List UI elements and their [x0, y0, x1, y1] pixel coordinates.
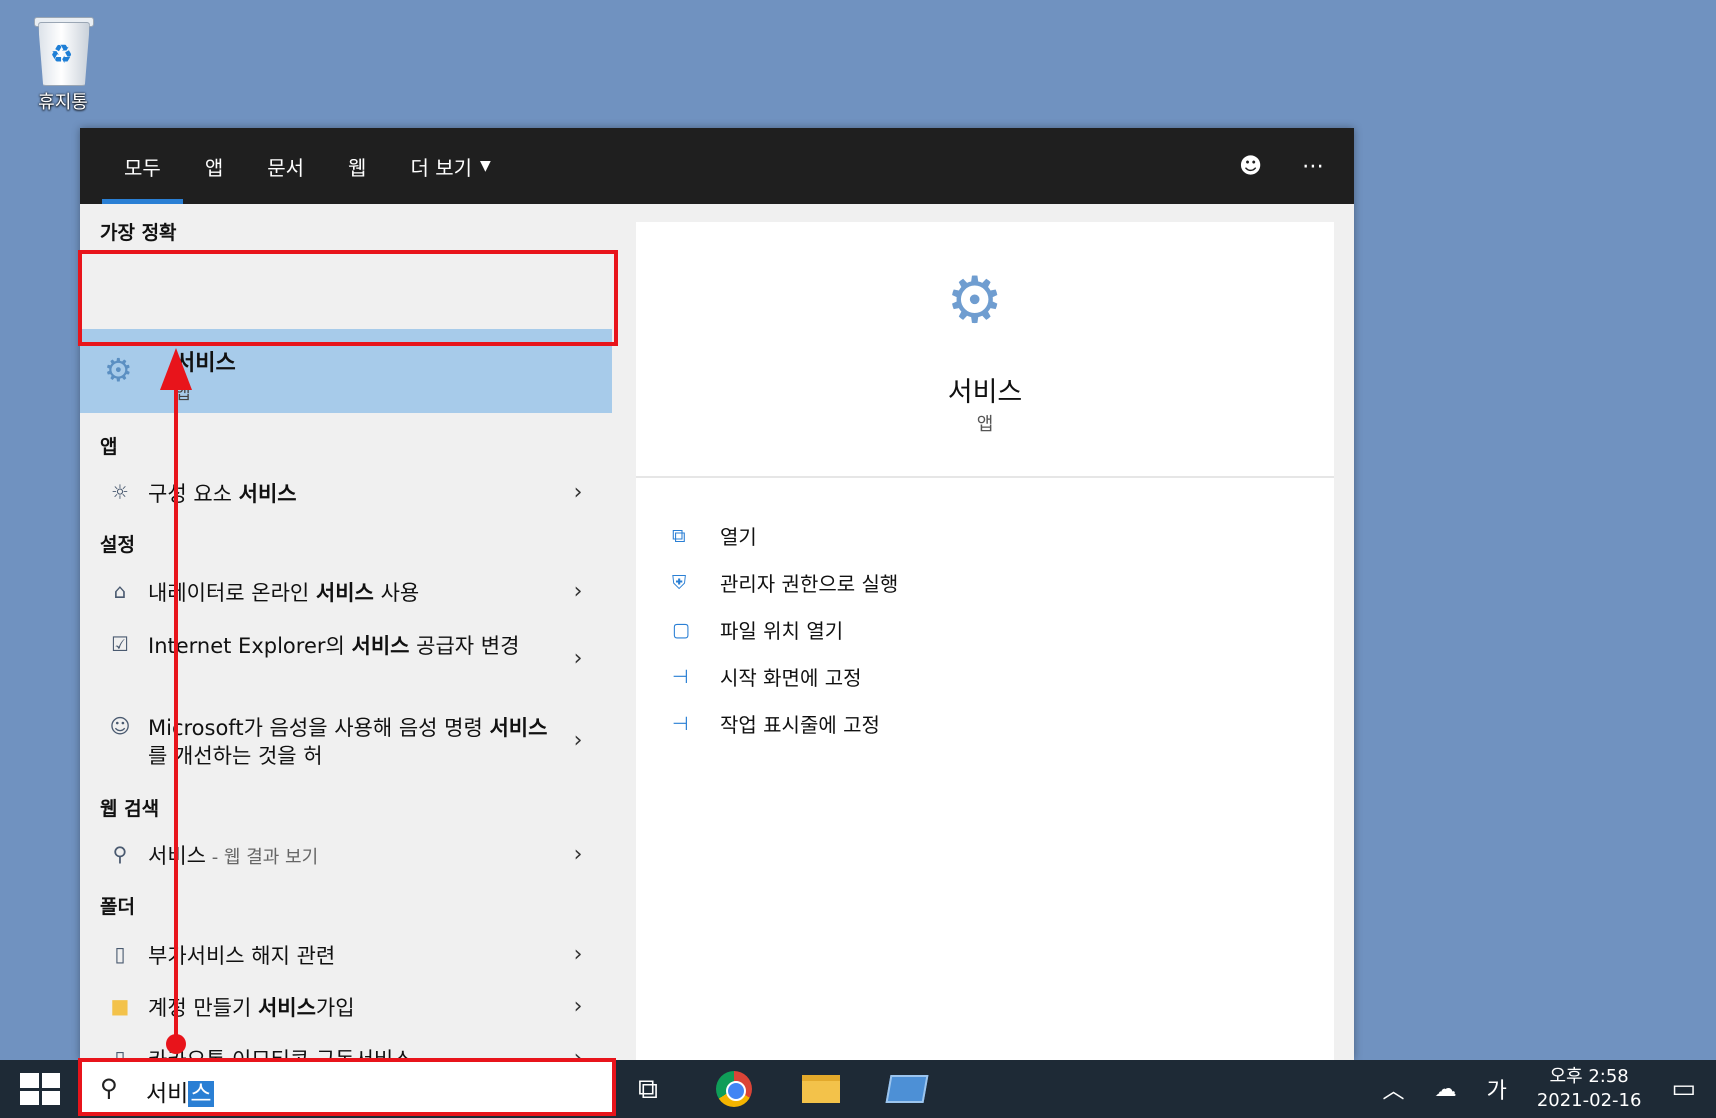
windows-start-icon[interactable]: [20, 1073, 60, 1105]
clock-date: 2021-02-16: [1536, 1090, 1642, 1111]
gears-icon: ⚙: [946, 264, 1004, 338]
action-run-as-admin[interactable]: ⛨ 관리자 권한으로 실행: [672, 559, 898, 606]
component-services-icon: ☼: [111, 480, 129, 504]
pin-icon: ⊣: [672, 665, 689, 688]
open-icon: ⧉: [672, 524, 686, 547]
result-folder-1[interactable]: ▯ 부가서비스 해지 관련 ›: [80, 942, 618, 970]
file-location-icon: ▢: [672, 618, 690, 641]
action-pin-to-start[interactable]: ⊣ 시작 화면에 고정: [672, 653, 898, 700]
detail-title: 서비스: [947, 377, 1023, 408]
search-panel: 모두 앱 문서 웹 더 보기 ▼ ☻ ⋯ 가장 정확 ⚙ 서비스 앱 앱 ☼ 구성…: [80, 128, 1354, 1072]
detail-subtitle: 앱: [976, 414, 994, 435]
speech-icon: ☺: [109, 714, 131, 738]
recycle-bin-shortcut[interactable]: ♻ 휴지통: [18, 12, 108, 114]
system-tray: ︿ ☁ 가 오후 2:58 2021-02-16 ▭: [1383, 1060, 1696, 1118]
action-open-file-location[interactable]: ▢ 파일 위치 열기: [672, 606, 898, 653]
chrome-icon[interactable]: [716, 1071, 752, 1107]
chevron-right-icon[interactable]: ›: [558, 942, 598, 967]
gears-icon: ⚙: [104, 351, 133, 389]
more-options-icon[interactable]: ⋯: [1302, 154, 1324, 179]
clock-time: 오후 2:58: [1549, 1066, 1629, 1087]
narrator-icon: ⌂: [113, 579, 127, 603]
tab-more[interactable]: 더 보기 ▼: [388, 128, 512, 204]
pin-icon: ⊣: [672, 712, 689, 735]
file-icon: ▯: [114, 942, 126, 966]
annotation-arrow-head: [160, 348, 192, 390]
tab-web[interactable]: 웹: [326, 128, 388, 204]
chevron-right-icon[interactable]: ›: [558, 728, 598, 753]
shield-icon: ⛨: [672, 571, 687, 594]
action-list: ⧉ 열기 ⛨ 관리자 권한으로 실행 ▢ 파일 위치 열기 ⊣ 시작 화면에 고…: [672, 512, 898, 747]
chevron-right-icon[interactable]: ›: [558, 842, 598, 867]
clock[interactable]: 오후 2:58 2021-02-16: [1537, 1065, 1642, 1113]
chevron-up-icon[interactable]: ︿: [1383, 1073, 1405, 1105]
results-pane: 가장 정확 ⚙ 서비스 앱 앱 ☼ 구성 요소 서비스 › 설정 ⌂ 내레이터로…: [80, 204, 618, 1072]
section-settings: 설정: [100, 534, 135, 556]
remote-desktop-icon[interactable]: [885, 1075, 929, 1103]
chevron-right-icon[interactable]: ›: [558, 646, 598, 671]
result-microsoft-voice[interactable]: ☺ Microsoft가 음성을 사용해 음성 명령 서비스를 개선하는 것을 …: [80, 714, 618, 770]
section-web-search: 웹 검색: [100, 798, 160, 820]
chevron-right-icon[interactable]: ›: [558, 994, 598, 1019]
ie-settings-icon: ☑: [111, 632, 129, 656]
annotation-arrow-dot: [166, 1034, 186, 1054]
section-folders: 폴더: [100, 896, 135, 918]
divider: [636, 476, 1334, 478]
result-ie-provider[interactable]: ☑ Internet Explorer의 서비스 공급자 변경 ›: [80, 632, 618, 671]
result-web-search[interactable]: ⚲ 서비스 - 웹 결과 보기 ›: [80, 842, 618, 872]
search-icon: ⚲: [100, 1074, 118, 1102]
annotation-arrow-line: [174, 390, 178, 1042]
search-input[interactable]: ⚲ 서비스: [80, 1062, 612, 1116]
section-apps: 앱: [100, 436, 118, 458]
folder-icon: ■: [110, 994, 130, 1018]
feedback-icon[interactable]: ☻: [1239, 154, 1262, 179]
caret-down-icon: ▼: [480, 158, 491, 174]
file-explorer-icon[interactable]: [802, 1075, 840, 1103]
search-tabs-bar: 모두 앱 문서 웹 더 보기 ▼ ☻ ⋯: [80, 128, 1354, 204]
result-narrator[interactable]: ⌂ 내레이터로 온라인 서비스 사용 ›: [80, 579, 618, 607]
tab-apps[interactable]: 앱: [183, 128, 245, 204]
action-pin-to-taskbar[interactable]: ⊣ 작업 표시줄에 고정: [672, 700, 898, 747]
chevron-right-icon[interactable]: ›: [558, 579, 598, 604]
ime-indicator[interactable]: 가: [1487, 1073, 1507, 1105]
taskbar: ⚲ 서비스 ⧉ ︿ ☁ 가 오후 2:58 2021-02-16 ▭: [0, 1060, 1716, 1118]
detail-pane: ⚙ 서비스 앱 ⧉ 열기 ⛨ 관리자 권한으로 실행 ▢ 파일 위치 열기 ⊣ …: [636, 222, 1334, 1060]
action-open[interactable]: ⧉ 열기: [672, 512, 898, 559]
onedrive-cloud-icon[interactable]: ☁: [1435, 1077, 1457, 1102]
section-best-match: 가장 정확: [100, 222, 177, 244]
tab-documents[interactable]: 문서: [245, 128, 326, 204]
search-icon: ⚲: [112, 842, 128, 866]
chevron-right-icon[interactable]: ›: [558, 480, 598, 505]
task-view-icon[interactable]: ⧉: [630, 1072, 666, 1106]
result-folder-2[interactable]: ■ 계정 만들기 서비스가입 ›: [80, 994, 618, 1022]
recycle-bin-icon: ♻: [26, 12, 100, 86]
notification-icon[interactable]: ▭: [1671, 1074, 1696, 1104]
recycle-bin-label: 휴지통: [38, 92, 88, 113]
tab-all[interactable]: 모두: [102, 128, 183, 204]
result-component-services[interactable]: ☼ 구성 요소 서비스 ›: [80, 480, 618, 508]
